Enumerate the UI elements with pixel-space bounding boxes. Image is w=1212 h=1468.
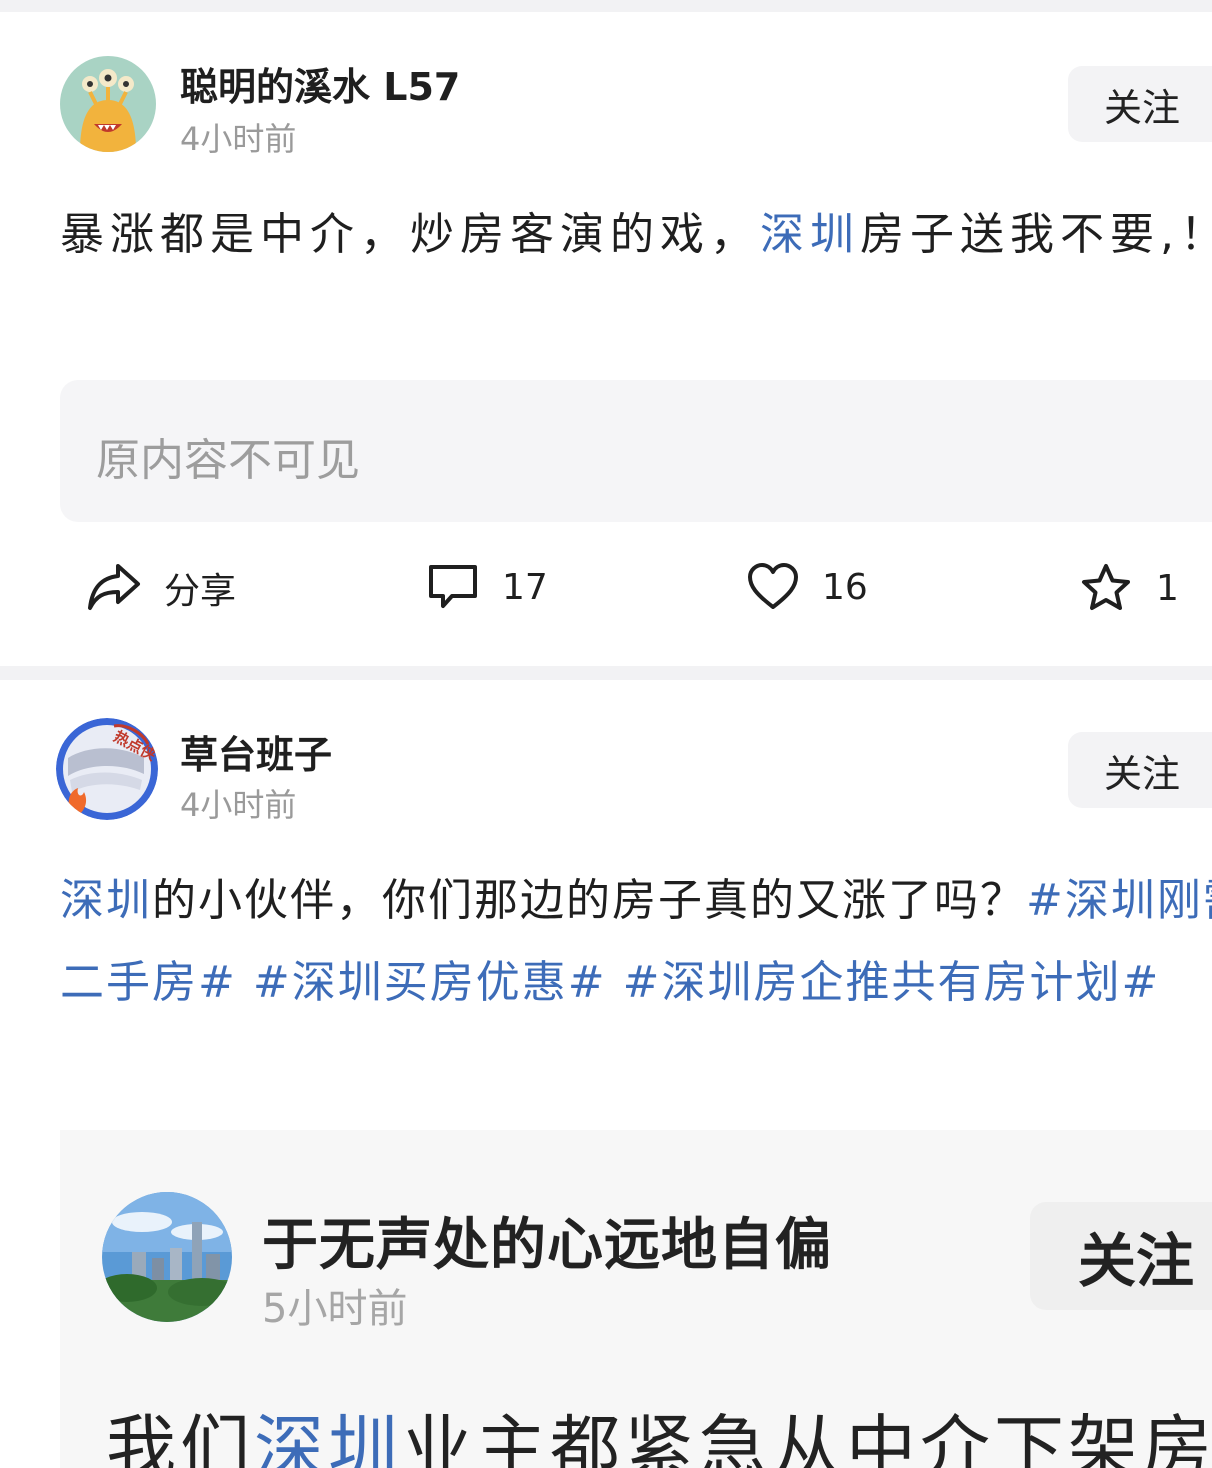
- comment-button[interactable]: 17: [426, 562, 548, 612]
- feed-page: 聪明的溪水 L57 4小时前 关注 暴涨都是中介，炒房客演的戏，深圳房子送我不要…: [0, 0, 1212, 1468]
- topic-link[interactable]: 深圳: [760, 209, 860, 260]
- monster-avatar-icon: [60, 56, 156, 152]
- post-time: 4小时前: [180, 120, 297, 158]
- embedded-screenshot[interactable]: 于无声处的心远地自偏 5小时前 关注 我们深圳业主都紧急从中介下架房: [60, 1130, 1212, 1468]
- like-count: 16: [822, 566, 868, 608]
- embed-time: 5小时前: [262, 1286, 408, 1332]
- post-card[interactable]: 热点侠 草台班子 4小时前 关注 深圳的小伙伴，你们那边的房子真的又涨了吗？#深…: [0, 680, 1212, 1468]
- share-icon: [88, 564, 140, 610]
- avatar[interactable]: [60, 56, 156, 152]
- post-text: 房子送我不要,！: [860, 209, 1212, 260]
- comment-icon: [429, 565, 477, 608]
- embed-text-part: 我们: [106, 1407, 254, 1468]
- username[interactable]: 草台班子: [180, 724, 332, 779]
- embed-username: 于无声处的心远地自偏: [262, 1213, 832, 1278]
- post-body: 暴涨都是中介，炒房客演的戏，深圳房子送我不要,！: [60, 194, 1212, 276]
- ribbon-avatar-icon: 热点侠: [56, 718, 158, 820]
- post-text: 的小伙伴，你们那边的房子真的又涨了吗？: [152, 875, 1026, 926]
- post-body: 深圳的小伙伴，你们那边的房子真的又涨了吗？#深圳刚需二手房# #深圳买房优惠# …: [60, 860, 1212, 1024]
- post-text: 暴涨都是中介，炒房客演的戏，: [60, 209, 760, 260]
- avatar[interactable]: 热点侠: [56, 718, 158, 820]
- share-button[interactable]: 分享: [86, 562, 236, 614]
- topic-link[interactable]: 深圳: [60, 875, 152, 926]
- comment-count: 17: [502, 566, 548, 608]
- post-card[interactable]: 聪明的溪水 L57 4小时前 关注 暴涨都是中介，炒房客演的戏，深圳房子送我不要…: [0, 12, 1212, 666]
- follow-button[interactable]: 关注: [1068, 732, 1212, 808]
- star-icon: [1082, 564, 1130, 610]
- divider: [0, 666, 1212, 680]
- action-bar: 分享 17 16 1: [0, 552, 1212, 632]
- embed-avatar: [102, 1192, 232, 1322]
- username[interactable]: 聪明的溪水 L57: [180, 56, 460, 111]
- post-time: 4小时前: [180, 786, 297, 824]
- embed-text: 我们深圳业主都紧急从中介下架房: [106, 1392, 1212, 1468]
- divider: [0, 0, 1212, 12]
- follow-button[interactable]: 关注: [1068, 66, 1212, 142]
- embed-follow-button: 关注: [1030, 1202, 1212, 1310]
- like-button[interactable]: 16: [746, 562, 868, 612]
- city-skyline-avatar-icon: [102, 1192, 232, 1322]
- embed-text-part: 业主都紧急从中介下架房: [402, 1407, 1212, 1468]
- favorite-count: 1: [1156, 567, 1179, 609]
- quoted-content-box[interactable]: 原内容不可见: [60, 380, 1212, 522]
- embed-topic-link: 深圳: [254, 1407, 402, 1468]
- heart-icon: [748, 563, 798, 609]
- quoted-content-text: 原内容不可见: [96, 435, 360, 486]
- favorite-button[interactable]: 1: [1078, 562, 1179, 614]
- share-label: 分享: [164, 571, 237, 612]
